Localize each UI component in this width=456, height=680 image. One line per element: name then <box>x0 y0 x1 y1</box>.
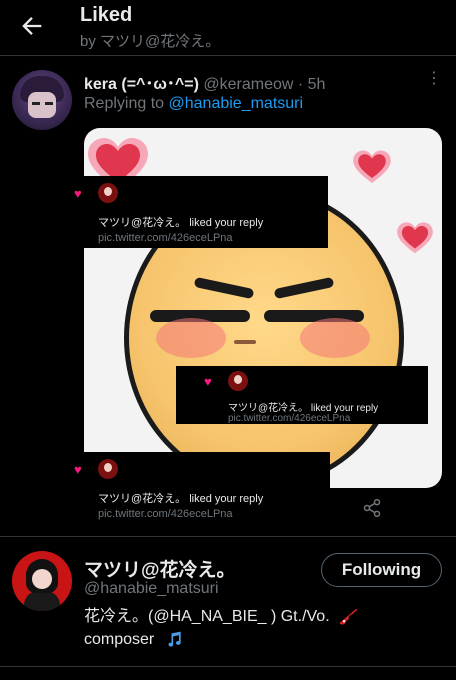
page-subtitle: by マツリ@花冷え。 <box>80 33 221 50</box>
tweet-author-handle[interactable]: @kerameow <box>203 76 293 93</box>
heart-sticker-icon <box>353 150 391 183</box>
liked-notification-card[interactable]: ♥ マツリ@花冷え。 liked your reply pic.twitter.… <box>176 366 428 424</box>
user-bio-text: 花冷え。(@HA_NA_BIE_ ) Gt./Vo. <box>84 608 330 625</box>
back-arrow-icon[interactable] <box>18 12 46 40</box>
replying-to-mention[interactable]: @hanabie_matsuri <box>169 95 304 112</box>
user-display-name[interactable]: マツリ@花冷え。 <box>84 555 236 582</box>
like-heart-icon: ♥ <box>204 374 212 389</box>
notification-text: マツリ@花冷え。 liked your reply <box>98 217 264 229</box>
tweet-author-name[interactable]: kera (=^･ω･^=) <box>84 76 199 93</box>
heart-sticker-icon <box>397 222 433 254</box>
page-title: Liked <box>80 4 133 26</box>
notification-text: マツリ@花冷え。 liked your reply <box>228 403 379 414</box>
notification-link[interactable]: pic.twitter.com/426eceLPna <box>98 508 233 520</box>
top-bar: Liked by マツリ@花冷え。 <box>0 0 456 56</box>
like-heart-icon: ♥ <box>74 186 82 201</box>
user-handle[interactable]: @hanabie_matsuri <box>84 580 219 598</box>
tweet-separator: · <box>297 76 304 93</box>
music-notes-icon <box>168 631 181 647</box>
following-button[interactable]: Following <box>321 553 442 587</box>
tweet-header: kera (=^･ω･^=) @kerameow · 5h <box>84 70 325 94</box>
liked-notification-card[interactable]: ♥ マツリ@花冷え。 liked your reply pic.twitter.… <box>46 452 330 526</box>
guitar-icon <box>339 608 358 625</box>
user-bio-text: composer <box>84 631 155 649</box>
tweet-time[interactable]: 5h <box>308 76 326 93</box>
notification-text: マツリ@花冷え。 liked your reply <box>98 493 264 505</box>
notification-link[interactable]: pic.twitter.com/426eceLPna <box>98 232 233 244</box>
user-bio-line-2: composer <box>84 630 185 650</box>
divider <box>0 536 456 537</box>
user-avatar[interactable] <box>12 551 72 611</box>
like-heart-icon: ♥ <box>74 462 82 477</box>
more-dots-icon[interactable]: ⋮ <box>426 68 442 88</box>
liked-notification-card[interactable]: ♥ マツリ@花冷え。 liked your reply pic.twitter.… <box>46 176 328 248</box>
user-bio-line-1: 花冷え。(@HA_NA_BIE_ ) Gt./Vo. <box>84 602 360 627</box>
replying-to-prefix: Replying to <box>84 95 165 112</box>
divider <box>0 666 456 667</box>
notification-avatar <box>228 371 248 391</box>
notification-avatar <box>98 183 118 203</box>
tweet-author-avatar[interactable] <box>12 70 72 130</box>
replying-to: Replying to @hanabie_matsuri <box>84 95 303 113</box>
share-icon[interactable] <box>362 498 382 518</box>
notification-link[interactable]: pic.twitter.com/426eceLPna <box>228 413 350 424</box>
notification-avatar <box>98 459 118 479</box>
